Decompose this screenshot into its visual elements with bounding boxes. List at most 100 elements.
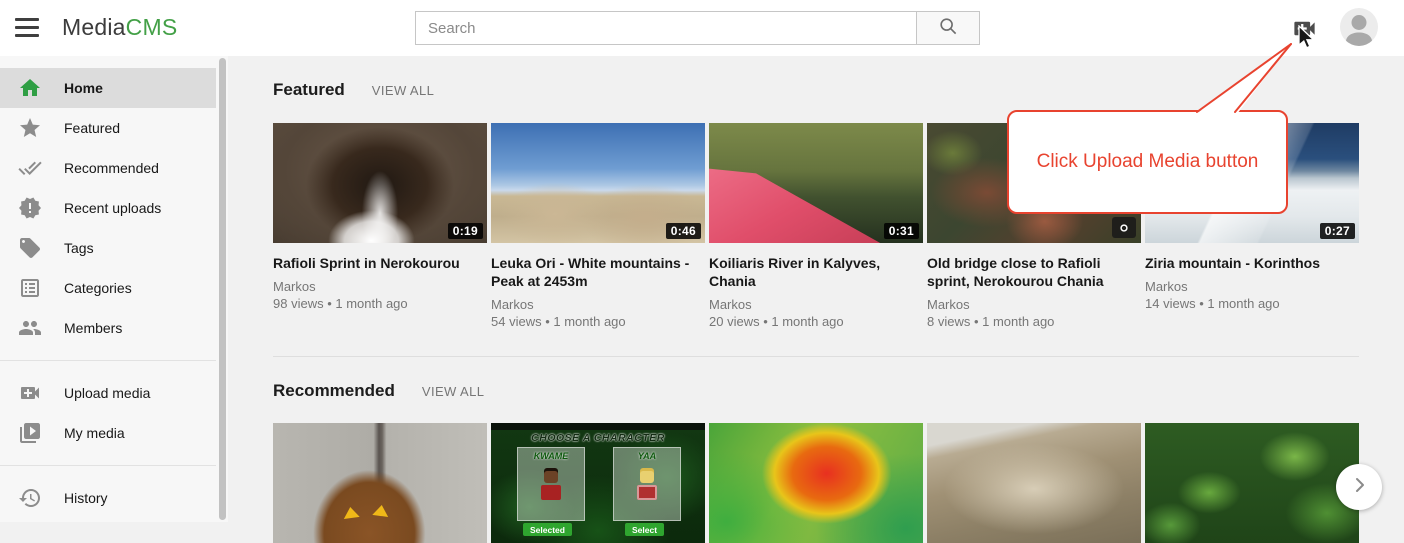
thumbnail-button: Select — [625, 523, 664, 536]
media-title[interactable]: Koiliaris River in Kalyves, Chania — [709, 254, 921, 290]
hamburger-menu-icon[interactable] — [15, 18, 39, 38]
sidebar-item-my-media[interactable]: My media — [0, 413, 216, 453]
sidebar-item-history[interactable]: History — [0, 478, 216, 518]
duration-badge: 0:19 — [448, 223, 483, 239]
sidebar-item-upload-media[interactable]: Upload media — [0, 373, 216, 413]
character-sprite — [614, 471, 680, 500]
search-input[interactable] — [415, 11, 917, 45]
featured-section-header: Featured VIEW ALL — [273, 80, 434, 100]
section-divider — [273, 356, 1359, 357]
media-meta: 20 views • 1 month ago — [709, 314, 923, 330]
person-icon — [1340, 33, 1378, 46]
video-thumbnail[interactable] — [273, 423, 487, 543]
sidebar-item-label: Recommended — [64, 160, 159, 176]
media-card[interactable] — [1145, 423, 1359, 543]
sidebar-item-label: Recent uploads — [64, 200, 161, 216]
search-icon — [938, 16, 958, 41]
media-author[interactable]: Markos — [1145, 279, 1359, 295]
recommended-view-all-link[interactable]: VIEW ALL — [422, 384, 484, 399]
sidebar-divider — [0, 360, 216, 361]
user-avatar[interactable] — [1340, 8, 1378, 46]
media-title[interactable]: Rafioli Sprint in Nerokourou — [273, 254, 485, 272]
app-logo[interactable]: MediaCMS — [62, 14, 177, 41]
recommended-cards-row: CHOOSE A CHARACTER KWAME YAA Selected Se… — [273, 423, 1359, 543]
video-thumbnail[interactable]: CHOOSE A CHARACTER KWAME YAA Selected Se… — [491, 423, 705, 543]
media-meta: 8 views • 1 month ago — [927, 314, 1141, 330]
sidebar-item-label: My media — [64, 425, 125, 441]
sidebar-item-label: Home — [64, 80, 103, 96]
star-icon — [18, 116, 42, 140]
done-all-icon — [18, 156, 42, 180]
video-thumbnail[interactable]: 0:46 — [491, 123, 705, 243]
mouse-cursor — [1296, 25, 1316, 53]
video-thumbnail[interactable]: 0:31 — [709, 123, 923, 243]
character-name: KWAME — [518, 451, 584, 461]
search-bar — [415, 11, 980, 45]
media-card[interactable] — [273, 423, 487, 543]
video-thumbnail[interactable] — [709, 423, 923, 543]
sidebar-item-label: Members — [64, 320, 122, 336]
sidebar-item-home[interactable]: Home — [0, 68, 216, 108]
featured-view-all-link[interactable]: VIEW ALL — [372, 83, 434, 98]
sidebar-item-recent-uploads[interactable]: Recent uploads — [0, 188, 216, 228]
sidebar-item-recommended[interactable]: Recommended — [0, 148, 216, 188]
media-card[interactable]: CHOOSE A CHARACTER KWAME YAA Selected Se… — [491, 423, 705, 543]
duration-badge: 0:31 — [884, 223, 919, 239]
camera-icon — [1112, 217, 1136, 238]
sidebar-item-tags[interactable]: Tags — [0, 228, 216, 268]
search-button[interactable] — [916, 11, 980, 45]
media-card[interactable] — [927, 423, 1141, 543]
sidebar-item-featured[interactable]: Featured — [0, 108, 216, 148]
history-icon — [18, 486, 42, 510]
sidebar-scrollbar[interactable] — [219, 58, 226, 520]
section-title: Featured — [273, 80, 345, 100]
sidebar-item-label: Tags — [64, 240, 94, 256]
media-card[interactable] — [709, 423, 923, 543]
media-author[interactable]: Markos — [273, 279, 487, 295]
sidebar-item-categories[interactable]: Categories — [0, 268, 216, 308]
sidebar-item-label: History — [64, 490, 108, 506]
home-icon — [18, 76, 42, 100]
video-library-icon — [18, 421, 42, 445]
tour-callout-pointer — [1180, 36, 1310, 118]
section-title: Recommended — [273, 381, 395, 401]
video-call-icon — [18, 381, 42, 405]
character-panel: YAA — [613, 447, 681, 521]
media-title[interactable]: Ziria mountain - Korinthos — [1145, 254, 1357, 272]
thumbnail-button: Selected — [523, 523, 572, 536]
video-thumbnail[interactable]: 0:19 — [273, 123, 487, 243]
media-title[interactable]: Leuka Ori - White mountains - Peak at 24… — [491, 254, 703, 290]
character-name: YAA — [614, 451, 680, 461]
carousel-next-button[interactable] — [1336, 464, 1382, 510]
media-author[interactable]: Markos — [491, 297, 705, 313]
character-sprite — [518, 471, 584, 500]
thumbnail-letterbox — [491, 423, 705, 430]
sidebar-item-label: Featured — [64, 120, 120, 136]
duration-badge: 0:27 — [1320, 223, 1355, 239]
people-icon — [18, 316, 42, 340]
tour-callout-text: Click Upload Media button — [1037, 151, 1259, 173]
recommended-section-header: Recommended VIEW ALL — [273, 381, 484, 401]
video-thumbnail[interactable] — [927, 423, 1141, 543]
new-releases-icon — [18, 196, 42, 220]
sidebar-item-label: Categories — [64, 280, 132, 296]
sidebar-divider — [0, 465, 216, 466]
logo-text-media: Media — [62, 14, 126, 40]
media-author[interactable]: Markos — [709, 297, 923, 313]
tag-icon — [18, 236, 42, 260]
sidebar-item-label: Upload media — [64, 385, 150, 401]
media-card[interactable]: 0:19 Rafioli Sprint in Nerokourou Markos… — [273, 123, 487, 330]
media-title[interactable]: Old bridge close to Rafioli sprint, Nero… — [927, 254, 1139, 290]
duration-badge: 0:46 — [666, 223, 701, 239]
sidebar-item-members[interactable]: Members — [0, 308, 216, 348]
media-card[interactable]: 0:31 Koiliaris River in Kalyves, Chania … — [709, 123, 923, 330]
media-author[interactable]: Markos — [927, 297, 1141, 313]
media-meta: 98 views • 1 month ago — [273, 296, 487, 312]
sidebar: Home Featured Recommended Recent uploads… — [0, 56, 228, 522]
media-card[interactable]: 0:46 Leuka Ori - White mountains - Peak … — [491, 123, 705, 330]
tour-callout: Click Upload Media button — [1007, 110, 1288, 214]
list-alt-icon — [18, 276, 42, 300]
video-thumbnail[interactable] — [1145, 423, 1359, 543]
logo-text-cms: CMS — [126, 14, 178, 40]
character-panel: KWAME — [517, 447, 585, 521]
